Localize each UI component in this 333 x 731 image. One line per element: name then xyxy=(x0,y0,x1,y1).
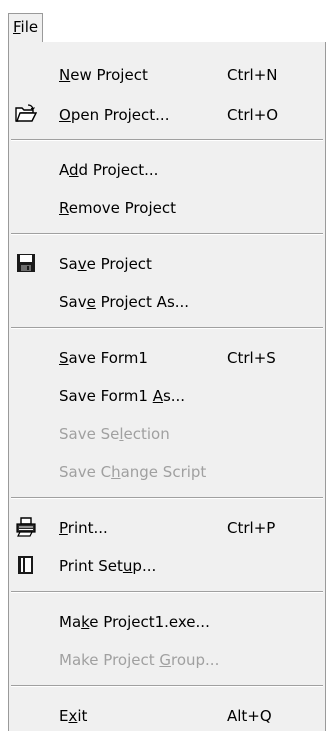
label-pre: Ma xyxy=(59,613,82,631)
menu-separator xyxy=(11,139,323,141)
label-mnemonic: G xyxy=(159,651,171,669)
menu-item-make-project-group: Make Project Group... xyxy=(9,645,325,675)
menu-item-new-project[interactable]: New Project Ctrl+N xyxy=(9,60,325,90)
label-pre: Sav xyxy=(59,293,87,311)
menu-item-label: Make Project Group... xyxy=(59,649,219,671)
menu-item-save-change-script: Save Change Script xyxy=(9,457,325,487)
menu-item-shortcut: Ctrl+N xyxy=(227,66,278,84)
menu-item-label: New Project xyxy=(59,64,148,86)
menu-separator xyxy=(11,591,323,593)
label-post: ange Script xyxy=(120,463,207,481)
label-post: it xyxy=(77,707,88,725)
label-post: rint... xyxy=(67,519,108,537)
menu-item-label: Make Project1.exe... xyxy=(59,611,210,633)
label-post: ection xyxy=(123,425,170,443)
label-mnemonic: u xyxy=(122,557,133,575)
menu-item-label: Print... xyxy=(59,517,108,539)
label-mnemonic: O xyxy=(59,106,71,124)
menu-item-make-exe[interactable]: Make Project1.exe... xyxy=(9,607,325,637)
menu-item-label: Save Selection xyxy=(59,423,170,445)
menu-item-save-project[interactable]: Save Project xyxy=(9,249,325,279)
print-setup-icon xyxy=(18,556,33,574)
menu-item-add-project[interactable]: Add Project... xyxy=(9,155,325,185)
label-pre: Sa xyxy=(59,255,78,273)
menu-item-exit[interactable]: Exit Alt+Q xyxy=(9,701,325,731)
label-post: roup... xyxy=(171,651,220,669)
printer-icon xyxy=(16,517,36,537)
menu-item-label: Save Change Script xyxy=(59,461,206,483)
menu-item-shortcut: Ctrl+P xyxy=(227,519,276,537)
menu-bar: File xyxy=(0,0,333,43)
menu-item-save-project-as[interactable]: Save Project As... xyxy=(9,287,325,317)
label-pre: Save C xyxy=(59,463,112,481)
menu-item-shortcut: Ctrl+S xyxy=(227,349,276,367)
floppy-disk-icon xyxy=(17,254,35,272)
label-mnemonic: v xyxy=(77,255,87,273)
label-post: Project As... xyxy=(95,293,190,311)
menu-item-label: Open Project... xyxy=(59,104,169,126)
label-post: ave Form1 xyxy=(68,349,148,367)
menu-item-label: Remove Project xyxy=(59,197,176,219)
menu-item-open-project[interactable]: Open Project... Ctrl+O xyxy=(9,100,325,130)
label-pre: Save Form1 xyxy=(59,387,153,405)
file-title-mnemonic: F xyxy=(13,18,21,36)
file-menu: New Project Ctrl+N Open Project... Ctrl+… xyxy=(8,42,326,731)
menu-item-shortcut: Ctrl+O xyxy=(227,106,279,124)
menu-separator xyxy=(11,685,323,687)
menu-item-shortcut: Alt+Q xyxy=(227,707,272,725)
menu-item-label: Save Form1 xyxy=(59,347,148,369)
menu-item-save-form[interactable]: Save Form1 Ctrl+S xyxy=(9,343,325,373)
label-post: emove Project xyxy=(68,199,176,217)
menu-item-label: Print Setup... xyxy=(59,555,156,577)
menu-separator xyxy=(11,327,323,329)
label-post: p... xyxy=(132,557,157,575)
file-menu-title[interactable]: File xyxy=(8,13,44,42)
menu-item-remove-project[interactable]: Remove Project xyxy=(9,193,325,223)
menu-item-print[interactable]: Print... Ctrl+P xyxy=(9,513,325,543)
label-pre: Make Project xyxy=(59,651,160,669)
label-mnemonic: S xyxy=(59,349,69,367)
menu-item-save-form-as[interactable]: Save Form1 As... xyxy=(9,381,325,411)
label-post: s... xyxy=(162,387,186,405)
label-mnemonic: e xyxy=(86,293,96,311)
label-post: ew Project xyxy=(70,66,148,84)
menu-item-print-setup[interactable]: Print Setup... xyxy=(9,551,325,581)
menu-item-label: Save Form1 As... xyxy=(59,385,185,407)
label-mnemonic: A xyxy=(152,387,163,405)
label-post: e Project1.exe... xyxy=(89,613,210,631)
menu-item-label: Save Project As... xyxy=(59,291,189,313)
label-mnemonic: d xyxy=(69,161,79,179)
label-mnemonic: h xyxy=(111,463,121,481)
label-pre: Print Set xyxy=(59,557,123,575)
label-post: pen Project... xyxy=(70,106,170,124)
menu-separator xyxy=(11,233,323,235)
menu-item-label: Save Project xyxy=(59,253,152,275)
label-pre: Save Se xyxy=(59,425,120,443)
label-pre: A xyxy=(59,161,69,179)
open-folder-icon xyxy=(15,104,37,122)
label-mnemonic: N xyxy=(59,66,71,84)
menu-separator xyxy=(11,497,323,499)
file-title-rest: ile xyxy=(20,18,39,36)
label-mnemonic: P xyxy=(59,519,68,537)
menu-item-label: Add Project... xyxy=(59,159,158,181)
menu-item-label: Exit xyxy=(59,705,87,727)
label-post: e Project xyxy=(86,255,152,273)
label-post: d Project... xyxy=(78,161,159,179)
label-mnemonic: R xyxy=(59,199,69,217)
menu-item-save-selection: Save Selection xyxy=(9,419,325,449)
